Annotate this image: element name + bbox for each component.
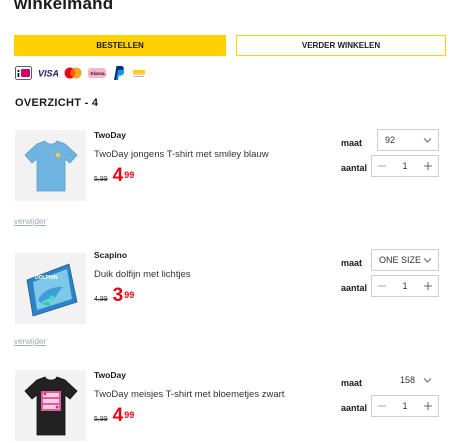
mastercard-icon xyxy=(64,67,82,79)
new-price: 499 xyxy=(113,406,135,426)
increase-button[interactable] xyxy=(422,159,434,173)
price: 4,99 399 xyxy=(94,286,134,306)
old-price: 4,99 xyxy=(94,296,108,303)
svg-text:DOLPHIN: DOLPHIN xyxy=(35,275,58,281)
size-label: maat xyxy=(341,258,363,268)
price-main: 3 xyxy=(112,285,124,306)
chevron-down-icon xyxy=(423,374,432,388)
size-label: maat xyxy=(341,378,363,388)
size-value: 92 xyxy=(385,135,396,145)
remove-link[interactable]: verwijder xyxy=(14,337,46,346)
product-name[interactable]: Duik dolfijn met lichtjes xyxy=(94,269,191,280)
size-select[interactable]: 92 xyxy=(377,129,439,151)
chevron-down-icon xyxy=(423,254,432,268)
cart-item: DOLPHIN Scapino Duik dolfijn met lichtje… xyxy=(0,248,475,340)
quantity-value[interactable]: 1 xyxy=(402,281,407,291)
price: 5,99 499 xyxy=(94,406,134,426)
product-brand: Scapino xyxy=(94,250,128,260)
klarna-icon: Klarna. xyxy=(88,68,106,78)
visa-icon: VISA xyxy=(38,68,58,79)
product-name[interactable]: TwoDay meisjes T-shirt met bloemetjes zw… xyxy=(94,389,284,400)
chevron-down-icon xyxy=(423,134,432,148)
quantity-stepper: 1 xyxy=(371,395,439,417)
decrease-button[interactable] xyxy=(376,159,388,173)
ideal-icon xyxy=(15,66,32,80)
new-price: 499 xyxy=(113,166,135,186)
size-select[interactable]: ONE SIZE xyxy=(371,249,439,271)
old-price: 5,99 xyxy=(94,176,108,183)
svg-text:VISA: VISA xyxy=(38,69,58,79)
decrease-button[interactable] xyxy=(376,399,388,413)
overview-heading: OVERZICHT - 4 xyxy=(15,97,99,109)
price: 5,99 499 xyxy=(94,166,134,186)
price-cents: 99 xyxy=(124,410,135,420)
payconiq-icon xyxy=(131,67,147,79)
old-price: 5,99 xyxy=(94,416,108,423)
size-value: ONE SIZE xyxy=(379,255,422,265)
order-button[interactable]: BESTELLEN xyxy=(14,35,226,56)
increase-button[interactable] xyxy=(422,399,434,413)
decrease-button[interactable] xyxy=(376,279,388,293)
payment-methods: VISA Klarna. xyxy=(15,64,147,82)
price-cents: 99 xyxy=(124,170,135,180)
quantity-label: aantal xyxy=(341,163,368,173)
size-select[interactable]: 158 xyxy=(392,369,439,391)
product-brand: TwoDay xyxy=(94,130,126,140)
quantity-stepper: 1 xyxy=(371,275,439,297)
remove-link[interactable]: verwijder xyxy=(14,217,46,226)
price-main: 4 xyxy=(112,405,124,426)
product-brand: TwoDay xyxy=(94,370,126,380)
size-label: maat xyxy=(341,138,363,148)
cart-item: TwoDay TwoDay jongens T-shirt met smiley… xyxy=(0,128,475,220)
product-image-black-tshirt[interactable] xyxy=(15,370,86,441)
paypal-icon xyxy=(112,65,125,81)
quantity-stepper: 1 xyxy=(371,155,439,177)
price-main: 4 xyxy=(112,165,124,186)
new-price: 399 xyxy=(113,286,135,306)
price-cents: 99 xyxy=(124,290,135,300)
quantity-value[interactable]: 1 xyxy=(402,401,407,411)
quantity-value[interactable]: 1 xyxy=(402,161,407,171)
continue-shopping-button[interactable]: VERDER WINKELEN xyxy=(236,35,446,56)
product-image-dolphin[interactable]: DOLPHIN xyxy=(15,253,86,324)
increase-button[interactable] xyxy=(422,279,434,293)
cart-item: TwoDay TwoDay meisjes T-shirt met bloeme… xyxy=(0,368,475,443)
size-value: 158 xyxy=(400,375,416,385)
quantity-label: aantal xyxy=(341,283,368,293)
product-image-blue-tshirt[interactable] xyxy=(15,130,86,201)
product-name[interactable]: TwoDay jongens T-shirt met smiley blauw xyxy=(94,149,269,160)
svg-text:Klarna.: Klarna. xyxy=(91,71,106,76)
page-title: winkelmand xyxy=(14,0,114,13)
quantity-label: aantal xyxy=(341,403,368,413)
